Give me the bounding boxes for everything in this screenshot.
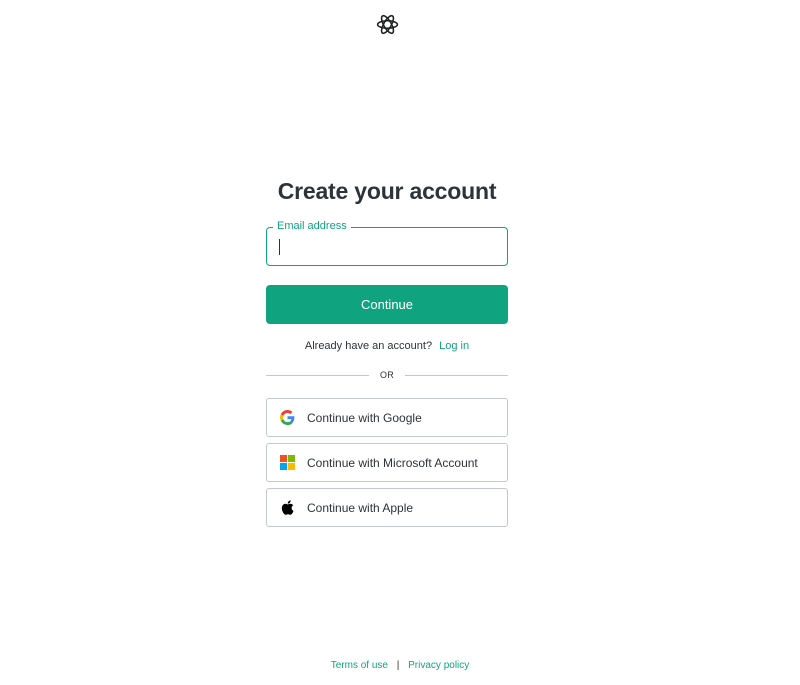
continue-with-apple-button[interactable]: Continue with Apple [266,488,508,527]
social-login-list: Continue with Google Continue with Micro… [266,398,508,527]
or-divider: OR [266,369,509,381]
social-label-microsoft: Continue with Microsoft Account [307,455,478,470]
page-title: Create your account [277,178,497,204]
email-field[interactable]: Email address [266,219,508,266]
login-link[interactable]: Log in [439,340,469,352]
divider-line-right [405,374,509,376]
continue-button[interactable]: Continue [266,285,508,324]
privacy-policy-link[interactable]: Privacy policy [408,660,469,671]
continue-with-google-button[interactable]: Continue with Google [266,398,508,437]
email-field-label: Email address [273,219,351,233]
google-icon [280,410,295,425]
login-prompt-row: Already have an account? Log in [266,339,508,353]
openai-logo-icon [376,14,399,35]
login-prompt-text: Already have an account? [304,340,433,352]
email-input[interactable] [278,235,498,257]
terms-of-use-link[interactable]: Terms of use [331,660,388,671]
continue-with-microsoft-button[interactable]: Continue with Microsoft Account [266,443,508,482]
divider-label: OR [379,370,395,380]
apple-icon [280,500,295,515]
microsoft-icon [280,455,295,470]
social-label-apple: Continue with Apple [307,500,414,515]
divider-line-left [266,374,369,376]
footer-links: Terms of use | Privacy policy [0,659,800,673]
signup-card: Create your account Email address Contin… [266,176,509,533]
footer-separator: | [396,660,400,671]
text-caret [279,239,280,255]
social-label-google: Continue with Google [307,410,422,425]
